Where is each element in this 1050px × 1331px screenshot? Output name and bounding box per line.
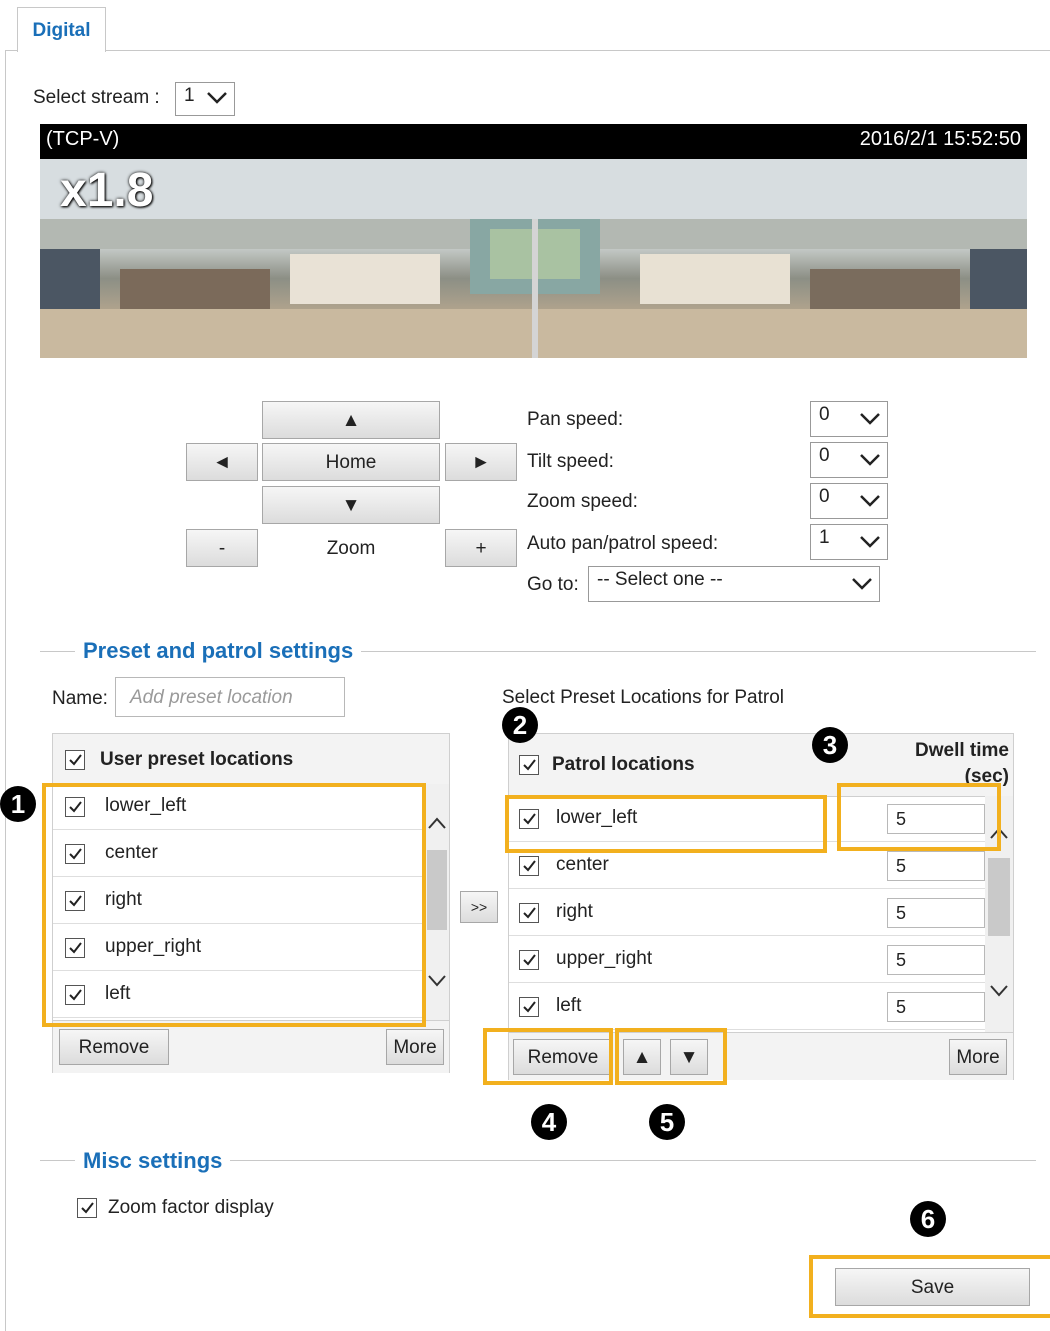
callout-badge: 5 <box>649 1104 685 1140</box>
dwell-time-value: 5 <box>896 950 907 970</box>
pan-speed-value: 0 <box>819 404 830 425</box>
tilt-speed-value: 0 <box>819 445 830 466</box>
misc-section-title: Misc settings <box>75 1148 231 1174</box>
pan-speed-label: Pan speed: <box>527 409 624 430</box>
pan-speed-select[interactable]: 0 <box>810 401 888 437</box>
highlight-save <box>809 1255 1050 1318</box>
zoom-speed-label: Zoom speed: <box>527 491 638 512</box>
video-protocol: (TCP-V) <box>46 128 120 150</box>
scroll-thumb[interactable] <box>427 850 447 930</box>
patrol-row[interactable]: right 5 <box>509 890 985 936</box>
auto-patrol-speed-value: 1 <box>819 527 830 548</box>
callout-badge: 4 <box>531 1104 567 1140</box>
tilt-down-button[interactable]: ▼ <box>262 486 440 524</box>
patrol-caption: Select Preset Locations for Patrol <box>502 687 784 708</box>
preset-name-placeholder: Add preset location <box>130 687 293 708</box>
zoom-speed-value: 0 <box>819 486 830 507</box>
chevron-down-icon <box>851 577 873 591</box>
user-preset-header: User preset locations <box>53 734 449 785</box>
stream-select[interactable]: 1 <box>175 82 235 116</box>
user-preset-scrollbar[interactable] <box>425 784 449 1020</box>
patrol-checkbox[interactable] <box>519 903 539 923</box>
chevron-down-icon <box>859 494 881 508</box>
pan-right-button[interactable]: ► <box>445 443 517 481</box>
remove-preset-button[interactable]: Remove <box>59 1029 169 1065</box>
dwell-time-value: 5 <box>896 856 907 876</box>
dwell-time-header: Dwell time <box>915 740 1009 761</box>
chevron-down-icon <box>859 412 881 426</box>
patrol-location-name: left <box>556 995 582 1016</box>
patrol-location-name: right <box>556 901 593 922</box>
goto-label: Go to: <box>527 574 579 595</box>
chevron-down-icon <box>206 91 228 105</box>
patrol-row[interactable]: upper_right 5 <box>509 937 985 983</box>
zoom-label: Zoom <box>326 538 376 559</box>
select-all-patrol-checkbox[interactable] <box>519 755 539 775</box>
goto-value: -- Select one -- <box>597 569 723 590</box>
dwell-time-input[interactable]: 5 <box>887 945 985 975</box>
callout-badge: 2 <box>502 707 538 743</box>
dwell-time-input[interactable]: 5 <box>887 898 985 928</box>
zoom-factor-overlay: x1.8 <box>60 164 154 217</box>
patrol-checkbox[interactable] <box>519 997 539 1017</box>
chevron-down-icon <box>859 535 881 549</box>
select-stream-label: Select stream : <box>33 87 160 108</box>
tilt-speed-select[interactable]: 0 <box>810 442 888 478</box>
pan-left-button[interactable]: ◄ <box>186 443 258 481</box>
dwell-time-value: 5 <box>896 903 907 923</box>
zoom-out-button[interactable]: - <box>186 529 258 567</box>
highlight-remove <box>483 1028 613 1085</box>
dwell-time-input[interactable]: 5 <box>887 851 985 881</box>
more-user-presets-button[interactable]: More <box>386 1029 444 1065</box>
home-button[interactable]: Home <box>262 443 440 481</box>
tilt-speed-label: Tilt speed: <box>527 451 614 472</box>
video-timestamp: 2016/2/1 15:52:50 <box>859 128 1021 150</box>
user-preset-header-label: User preset locations <box>100 749 294 770</box>
preset-name-input[interactable]: Add preset location <box>115 677 345 717</box>
scroll-up-icon[interactable] <box>427 816 447 835</box>
zoom-speed-select[interactable]: 0 <box>810 483 888 519</box>
select-all-user-presets-checkbox[interactable] <box>65 750 85 770</box>
patrol-checkbox[interactable] <box>519 950 539 970</box>
preset-section-title: Preset and patrol settings <box>75 638 362 664</box>
goto-select[interactable]: -- Select one -- <box>588 566 880 602</box>
scroll-down-icon[interactable] <box>427 974 447 993</box>
callout-badge: 3 <box>812 727 848 763</box>
callout-badge: 6 <box>910 1201 946 1237</box>
more-patrol-button[interactable]: More <box>949 1039 1007 1075</box>
auto-patrol-speed-select[interactable]: 1 <box>810 524 888 560</box>
highlight-dwell-time <box>837 783 1001 851</box>
callout-badge: 1 <box>0 786 36 822</box>
tab-divider <box>104 50 1050 51</box>
zoom-factor-display-label: Zoom factor display <box>108 1197 274 1218</box>
highlight-user-presets <box>42 783 426 1027</box>
patrol-checkbox[interactable] <box>519 856 539 876</box>
video-overlay-bar: (TCP-V) 2016/2/1 15:52:50 <box>40 124 1027 159</box>
tab-digital[interactable]: Digital <box>17 7 106 52</box>
patrol-location-name: upper_right <box>556 948 653 969</box>
highlight-patrol-item <box>505 795 827 853</box>
zoom-factor-display-checkbox[interactable] <box>77 1198 97 1218</box>
preset-name-label: Name: <box>52 688 108 709</box>
chevron-down-icon <box>859 453 881 467</box>
zoom-in-button[interactable]: + <box>445 529 517 567</box>
patrol-location-name: center <box>556 854 609 875</box>
dwell-time-input[interactable]: 5 <box>887 992 985 1022</box>
scroll-thumb[interactable] <box>988 858 1010 936</box>
user-preset-footer: Remove More <box>53 1020 449 1073</box>
stream-value: 1 <box>184 85 195 106</box>
add-to-patrol-button[interactable]: >> <box>460 891 498 923</box>
highlight-reorder <box>615 1028 727 1085</box>
patrol-header-label: Patrol locations <box>552 754 695 775</box>
patrol-row[interactable]: left 5 <box>509 984 985 1030</box>
dwell-time-value: 5 <box>896 997 907 1017</box>
camera-scene-image <box>40 159 1027 358</box>
scroll-down-icon[interactable] <box>989 984 1009 1003</box>
video-view[interactable]: (TCP-V) 2016/2/1 15:52:50 <box>40 124 1027 358</box>
auto-patrol-speed-label: Auto pan/patrol speed: <box>527 533 719 554</box>
tilt-up-button[interactable]: ▲ <box>262 401 440 439</box>
